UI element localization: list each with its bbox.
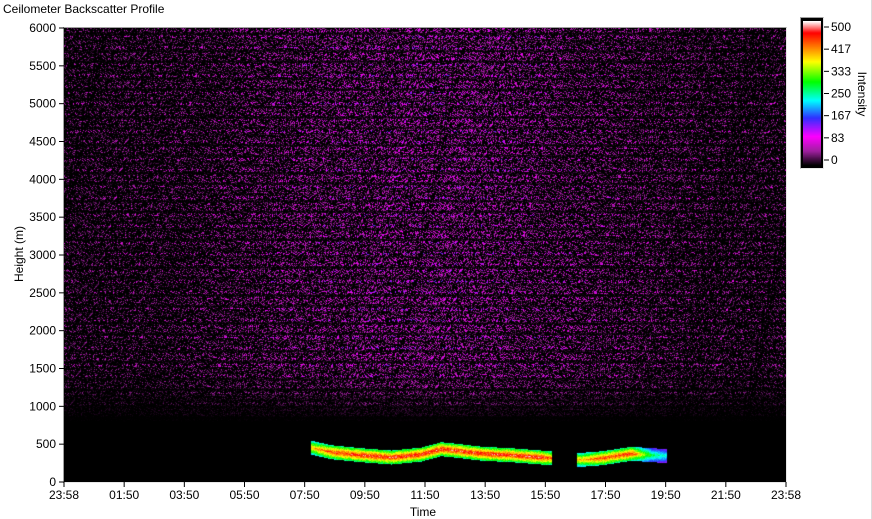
colorbar-tick-label: 83 — [831, 131, 845, 145]
y-tick-label: 3500 — [29, 210, 56, 224]
y-tick-label: 1500 — [29, 362, 56, 376]
y-tick-label: 0 — [49, 475, 56, 489]
x-tick-label: 07:50 — [290, 488, 320, 502]
y-axis-label: Height (m) — [12, 226, 26, 282]
x-tick-label: 03:50 — [169, 488, 199, 502]
y-tick-label: 4000 — [29, 172, 56, 186]
x-tick-label: 17:50 — [590, 488, 620, 502]
y-tick-label: 4500 — [29, 135, 56, 149]
x-axis-label: Time — [410, 505, 437, 519]
colorbar-tick-label: 417 — [831, 42, 851, 56]
x-tick-label: 11:50 — [410, 488, 439, 502]
y-tick-label: 5000 — [29, 97, 56, 111]
y-tick-label: 2500 — [29, 286, 56, 300]
y-tick-label: 6000 — [29, 21, 56, 35]
y-tick-label: 3000 — [29, 248, 56, 262]
y-tick-label: 500 — [36, 437, 56, 451]
x-tick-label: 05:50 — [229, 488, 259, 502]
y-axis: 0 500 1000 1500 2000 2500 3000 3500 4000 4500 5000… — [29, 21, 64, 489]
colorbar-tick-label: 333 — [831, 64, 851, 78]
x-tick-label: 13:50 — [470, 488, 500, 502]
chart-axes: 0500100015002000250030003500400045005000… — [12, 20, 869, 519]
colorbar-axis: 500 417 333 250 167 83 0 — [824, 20, 851, 167]
x-tick-label: 21:50 — [711, 488, 741, 502]
x-tick-label: 01:50 — [109, 488, 139, 502]
y-tick-label: 2000 — [29, 324, 56, 338]
x-tick-label: 19:50 — [651, 488, 681, 502]
colorbar-tick-label: 500 — [831, 20, 851, 34]
chart-window: Ceilometer Backscatter Profile 0 500 1000 1… — [0, 0, 872, 519]
colorbar-label: Intensity — [855, 72, 869, 117]
y-tick-label: 1000 — [29, 399, 56, 413]
x-axis: 23:58 01:50 03:50 05:50 07:50 09:50 11:50 13:50… — [49, 482, 801, 502]
x-tick-label: 23:58 — [49, 488, 79, 502]
x-tick-label: 15:50 — [530, 488, 560, 502]
colorbar-tick-label: 250 — [831, 87, 851, 101]
x-tick-label: 09:50 — [350, 488, 380, 502]
colorbar-tick-label: 167 — [831, 109, 851, 123]
y-tick-label: 5500 — [29, 59, 56, 73]
x-tick-label: 23:58 — [771, 488, 801, 502]
colorbar-tick-label: 0 — [831, 153, 838, 167]
